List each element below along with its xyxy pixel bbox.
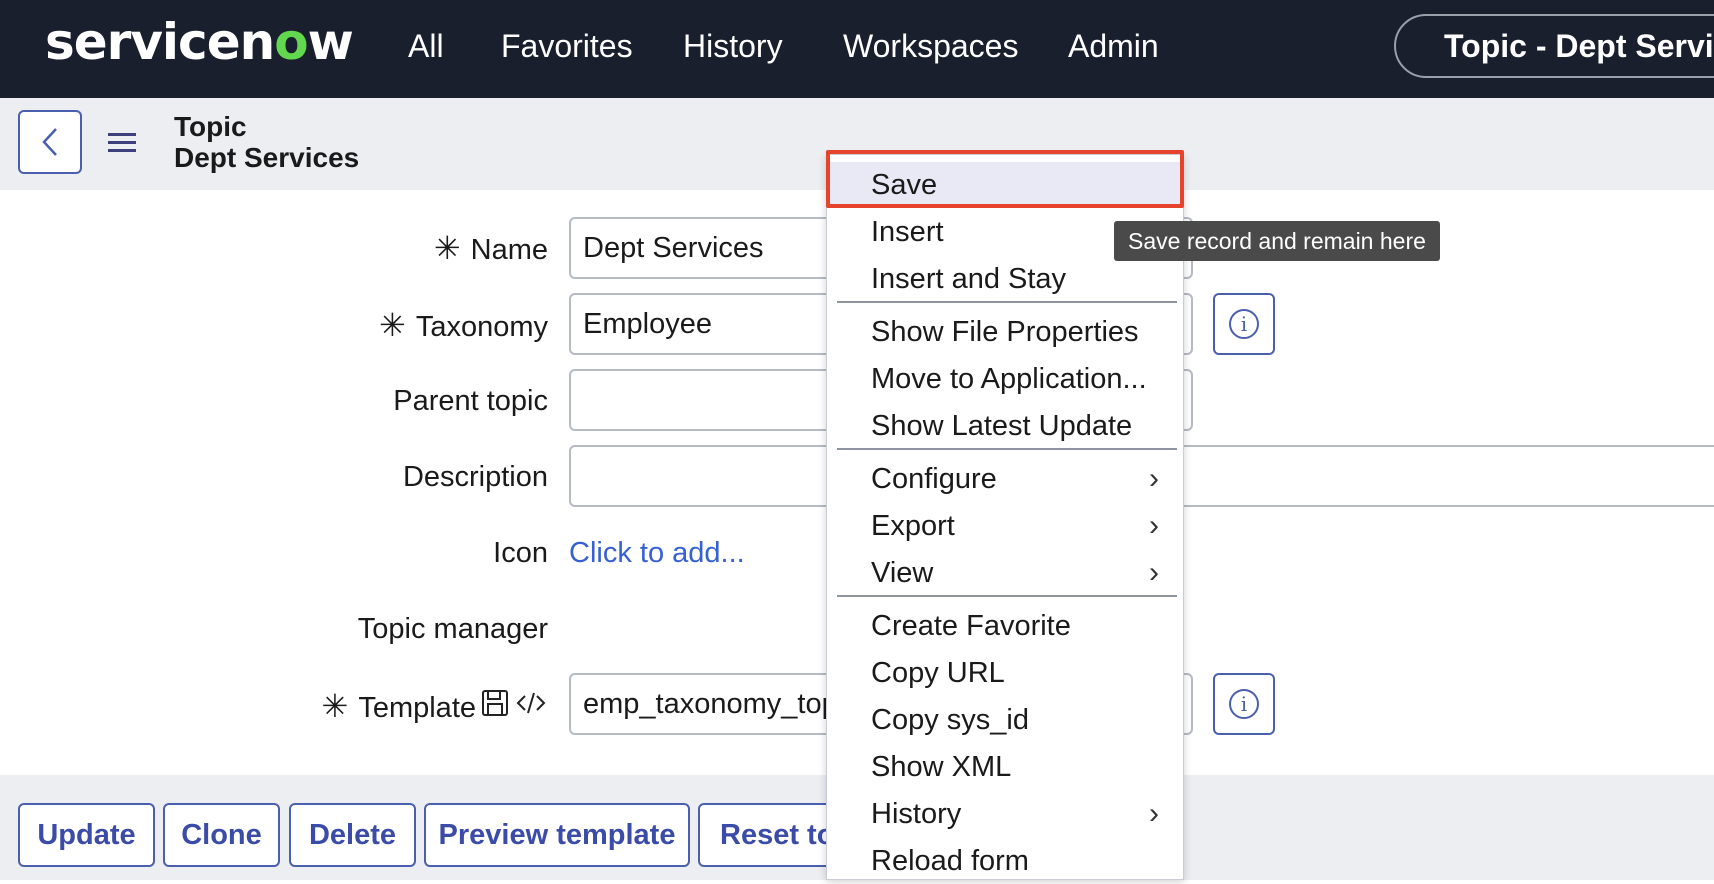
template-label: ✳ Template <box>321 688 476 724</box>
nav-history[interactable]: History <box>683 26 783 66</box>
nav-admin[interactable]: Admin <box>1068 26 1159 66</box>
icon-label: Icon <box>493 537 548 569</box>
nav-workspaces[interactable]: Workspaces <box>843 26 1018 66</box>
menu-separator <box>837 595 1177 597</box>
code-icon[interactable] <box>516 689 546 717</box>
nav-all[interactable]: All <box>408 26 444 66</box>
menu-item-export[interactable]: Export › <box>827 503 1183 549</box>
menu-item-show-file-properties[interactable]: Show File Properties <box>827 309 1183 355</box>
info-icon: i <box>1229 689 1259 719</box>
context-menu: Save Insert Insert and Stay Show File Pr… <box>826 154 1184 880</box>
menu-item-reload-form[interactable]: Reload form <box>827 838 1183 884</box>
parent-topic-label: Parent topic <box>393 385 548 417</box>
menu-item-copy-sys-id[interactable]: Copy sys_id <box>827 697 1183 743</box>
save-icon[interactable] <box>481 689 509 717</box>
menu-item-insert-and-stay[interactable]: Insert and Stay <box>827 256 1183 302</box>
topic-manager-label: Topic manager <box>357 613 548 645</box>
menu-item-copy-url[interactable]: Copy URL <box>827 650 1183 696</box>
save-tooltip: Save record and remain here <box>1114 221 1440 261</box>
required-icon: ✳ <box>433 230 461 266</box>
chevron-right-icon: › <box>1149 556 1159 589</box>
template-icons <box>481 688 546 717</box>
name-label: ✳ Name <box>433 230 548 266</box>
menu-item-configure[interactable]: Configure › <box>827 456 1183 502</box>
record-type: Topic <box>174 111 247 142</box>
clone-button[interactable]: Clone <box>163 803 280 867</box>
menu-separator <box>837 301 1177 303</box>
menu-item-view[interactable]: View › <box>827 550 1183 596</box>
menu-item-save[interactable]: Save <box>827 162 1183 208</box>
preview-template-button[interactable]: Preview template <box>424 803 690 867</box>
top-nav: servicenow All Favorites History Workspa… <box>0 0 1714 98</box>
chevron-left-icon <box>42 128 57 156</box>
chevron-right-icon: › <box>1149 797 1159 830</box>
menu-separator <box>837 448 1177 450</box>
info-icon: i <box>1229 309 1259 339</box>
taxonomy-label: ✳ Taxonomy <box>379 307 548 343</box>
required-icon: ✳ <box>379 307 406 343</box>
chevron-right-icon: › <box>1149 462 1159 495</box>
menu-item-show-latest-update[interactable]: Show Latest Update <box>827 403 1183 449</box>
record-title-pill[interactable]: Topic - Dept Services <box>1394 14 1714 78</box>
menu-item-move-to-application[interactable]: Move to Application... <box>827 356 1183 402</box>
menu-item-history[interactable]: History › <box>827 791 1183 837</box>
taxonomy-info-button[interactable]: i <box>1213 293 1275 355</box>
icon-add-link[interactable]: Click to add... <box>569 535 745 571</box>
update-button[interactable]: Update <box>18 803 155 867</box>
required-icon: ✳ <box>321 688 349 724</box>
template-info-button[interactable]: i <box>1213 673 1275 735</box>
menu-item-show-xml[interactable]: Show XML <box>827 744 1183 790</box>
menu-item-create-favorite[interactable]: Create Favorite <box>827 603 1183 649</box>
delete-button[interactable]: Delete <box>289 803 416 867</box>
nav-favorites[interactable]: Favorites <box>501 26 633 66</box>
description-label: Description <box>402 461 548 493</box>
servicenow-logo[interactable]: servicenow <box>45 12 354 72</box>
hamburger-menu-icon[interactable] <box>108 128 136 156</box>
record-name: Dept Services <box>174 142 360 173</box>
back-button[interactable] <box>18 110 82 174</box>
chevron-right-icon: › <box>1149 509 1159 542</box>
